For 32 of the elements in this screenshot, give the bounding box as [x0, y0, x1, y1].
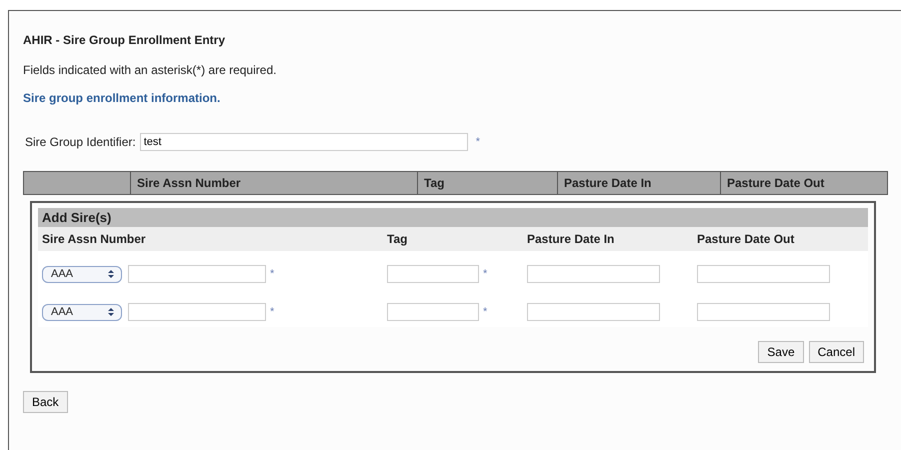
input-field[interactable]	[387, 265, 479, 283]
breed-select[interactable]: AAA	[42, 266, 122, 282]
page-title: AHIR - Sire Group Enrollment Entry	[23, 33, 226, 47]
input-field[interactable]	[128, 303, 266, 321]
required-note: Fields indicated with an asterisk(*) are required.	[23, 63, 278, 77]
input-field[interactable]	[387, 303, 479, 321]
required-mark: *	[270, 268, 274, 280]
input-field[interactable]	[527, 303, 660, 321]
column-header: Tag	[383, 227, 523, 251]
table-header-cell: Pasture Date In	[557, 172, 720, 194]
input-field[interactable]	[697, 303, 830, 321]
required-mark: *	[476, 136, 480, 148]
required-mark: *	[270, 306, 274, 318]
column-header: Sire Assn Number	[38, 227, 383, 251]
column-header: Pasture Date In	[523, 227, 693, 251]
input-field[interactable]	[128, 265, 266, 283]
input-field[interactable]	[527, 265, 660, 283]
required-mark: *	[483, 306, 488, 318]
column-header: Pasture Date Out	[693, 227, 868, 251]
input-field[interactable]: test	[140, 133, 468, 151]
back-button[interactable]: Back	[23, 391, 68, 413]
section-title: Add Sire(s)	[38, 208, 868, 227]
table-header-cell: Tag	[417, 172, 557, 194]
form-button[interactable]: Save	[758, 341, 804, 363]
section-heading: Sire group enrollment information.	[23, 91, 222, 105]
field-label: Sire Group Identifier:	[25, 135, 136, 149]
form-button[interactable]: Cancel	[808, 341, 864, 363]
table-header-cell: Pasture Date Out	[720, 172, 887, 194]
input-field[interactable]	[697, 265, 830, 283]
required-mark: *	[483, 268, 488, 280]
breed-select[interactable]: AAA	[42, 304, 122, 320]
table-header-cell: Sire Assn Number	[130, 172, 417, 194]
